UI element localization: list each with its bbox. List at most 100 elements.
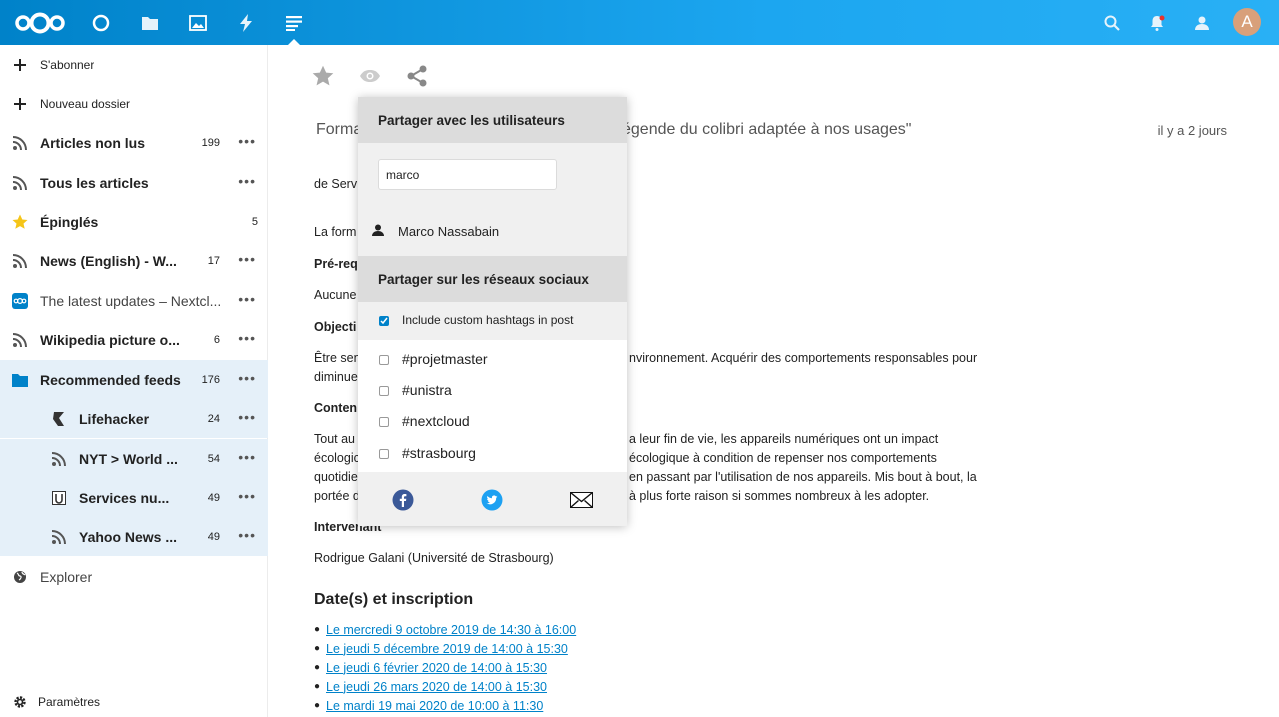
settings-button[interactable]: Paramètres: [0, 686, 268, 717]
rss-icon: [11, 134, 29, 152]
folder-count: 176: [201, 373, 220, 386]
sidebar-subfeed-lifehacker[interactable]: Lifehacker 24 •••: [0, 399, 268, 438]
hashtag-checkbox[interactable]: [379, 417, 389, 427]
hashtag-checkbox[interactable]: [379, 355, 389, 365]
article-paragraph: portée d: [314, 489, 360, 503]
rss-icon: [11, 174, 29, 192]
folder-icon: [11, 371, 29, 389]
more-options-icon[interactable]: •••: [238, 133, 256, 149]
dates-list: ● Le mercredi 9 octobre 2019 de 14:30 à 1…: [314, 620, 576, 715]
more-options-icon[interactable]: •••: [238, 409, 256, 425]
hashtag-label: #unistra: [402, 382, 452, 398]
list-item: ● Le mardi 19 mai 2020 de 10:00 à 11:30: [314, 698, 544, 713]
sidebar-item-wikipedia[interactable]: Wikipedia picture o... 6 •••: [0, 320, 268, 359]
twitter-icon[interactable]: [481, 489, 503, 514]
sidebar: S'abonner Nouveau dossier Articles non l…: [0, 45, 268, 717]
share-users-heading: Partager avec les utilisateurs: [358, 97, 627, 143]
sidebar-subfeed-services[interactable]: Services nu... 49 •••: [0, 478, 268, 517]
sidebar-subfeed-nyt[interactable]: NYT > World ... 54 •••: [0, 439, 268, 478]
sidebar-item-news-english[interactable]: News (English) - W... 17 •••: [0, 241, 268, 280]
hashtag-label: #nextcloud: [402, 413, 470, 429]
photos-icon[interactable]: [176, 0, 220, 45]
nextcloud-feed-icon: [11, 292, 29, 310]
article-paragraph: écologique à condition de repenser nos c…: [629, 451, 937, 465]
news-icon[interactable]: [272, 0, 316, 45]
new-folder-button[interactable]: Nouveau dossier: [0, 84, 268, 123]
list-item: ● Le mercredi 9 octobre 2019 de 14:30 à 1…: [314, 622, 577, 637]
include-hashtags-checkbox[interactable]: [379, 316, 389, 326]
files-icon[interactable]: [128, 0, 172, 45]
globe-icon: [11, 568, 29, 586]
more-options-icon[interactable]: •••: [238, 330, 256, 346]
more-options-icon[interactable]: •••: [238, 173, 256, 189]
feed-count: 54: [207, 452, 220, 465]
unread-count: 199: [201, 136, 220, 149]
article-time: il y a 2 jours: [1157, 123, 1227, 138]
list-item: ● Le jeudi 5 décembre 2019 de 14:00 à 15:…: [314, 641, 568, 656]
section-heading: Conten: [314, 401, 358, 415]
contacts-icon[interactable]: [1180, 0, 1224, 45]
eye-icon[interactable]: [359, 69, 381, 86]
hashtag-checkbox[interactable]: [379, 386, 389, 396]
sidebar-subfeed-yahoo[interactable]: Yahoo News ... 49 •••: [0, 517, 268, 556]
date-link[interactable]: Le jeudi 6 février 2020 de 14:00 à 15:30: [326, 661, 547, 675]
star-icon[interactable]: [312, 65, 334, 90]
notifications-bell-icon[interactable]: [1135, 0, 1179, 45]
activity-icon[interactable]: [224, 0, 268, 45]
top-header: A: [0, 0, 1279, 45]
article-author: de Serv: [314, 177, 358, 191]
more-options-icon[interactable]: •••: [238, 449, 256, 465]
email-icon[interactable]: [570, 491, 593, 511]
speaker-name: Rodrigue Galani (Université de Strasbour…: [314, 551, 554, 565]
sidebar-item-explore[interactable]: Explorer: [0, 557, 268, 596]
dates-heading: Date(s) et inscription: [314, 591, 474, 608]
hashtag-checkbox[interactable]: [379, 449, 389, 459]
hashtag-option-row: Include custom hashtags in post: [358, 302, 627, 340]
user-icon: [372, 224, 384, 239]
section-heading: Objecti: [314, 320, 357, 334]
article-paragraph: écologic: [314, 451, 360, 465]
dashboard-icon[interactable]: [79, 0, 123, 45]
user-result-name: Marco Nassabain: [398, 223, 500, 239]
search-icon[interactable]: [1090, 0, 1134, 45]
sidebar-folder-recommended[interactable]: Recommended feeds 176 •••: [0, 360, 268, 399]
article-paragraph: Être sen: [314, 351, 361, 365]
feed-count: 49: [207, 530, 220, 543]
more-options-icon[interactable]: •••: [238, 370, 256, 386]
sidebar-item-unread[interactable]: Articles non lus 199 •••: [0, 123, 268, 162]
user-avatar[interactable]: A: [1233, 8, 1261, 36]
sidebar-item-label: The latest updates – Nextcl...: [40, 292, 222, 309]
more-options-icon[interactable]: •••: [238, 488, 256, 504]
more-options-icon[interactable]: •••: [238, 291, 256, 307]
more-options-icon[interactable]: •••: [238, 527, 256, 543]
article-paragraph: en passant par l'utilisation de nos appa…: [629, 470, 977, 484]
sidebar-item-label: Lifehacker: [79, 410, 150, 427]
feed-count: 49: [207, 491, 220, 504]
date-link[interactable]: Le jeudi 5 décembre 2019 de 14:00 à 15:3…: [326, 642, 568, 656]
section-heading: Pré-req: [314, 257, 358, 271]
nextcloud-logo-icon[interactable]: [14, 0, 66, 45]
sidebar-item-nextcloud-updates[interactable]: The latest updates – Nextcl... •••: [0, 281, 268, 320]
article-paragraph: a leur fin de vie, les appareils numériq…: [629, 432, 939, 446]
subscribe-button[interactable]: S'abonner: [0, 45, 268, 84]
share-icon[interactable]: [406, 65, 428, 90]
facebook-icon[interactable]: [392, 489, 414, 514]
sidebar-item-label: Services nu...: [79, 489, 170, 506]
date-link[interactable]: Le mardi 19 mai 2020 de 10:00 à 11:30: [326, 699, 543, 713]
rss-icon: [11, 331, 29, 349]
list-item: ● Le jeudi 26 mars 2020 de 14:00 à 15:30: [314, 679, 548, 694]
user-search-input[interactable]: marco: [378, 159, 557, 190]
lifehacker-icon: [50, 410, 68, 428]
sidebar-item-starred[interactable]: Épinglés 5: [0, 202, 268, 241]
sidebar-item-label: Wikipedia picture o...: [40, 331, 180, 348]
sidebar-item-all-articles[interactable]: Tous les articles •••: [0, 163, 268, 202]
date-link[interactable]: Le mercredi 9 octobre 2019 de 14:30 à 16…: [326, 623, 576, 637]
article-paragraph: Tout au: [314, 432, 356, 446]
more-options-icon[interactable]: •••: [238, 251, 256, 267]
plus-icon: [11, 56, 29, 74]
feed-count: 17: [207, 254, 220, 267]
new-folder-label: Nouveau dossier: [40, 96, 131, 111]
user-result[interactable]: Marco Nassabain: [358, 221, 627, 241]
rss-icon: [11, 252, 29, 270]
date-link[interactable]: Le jeudi 26 mars 2020 de 14:00 à 15:30: [326, 680, 547, 694]
